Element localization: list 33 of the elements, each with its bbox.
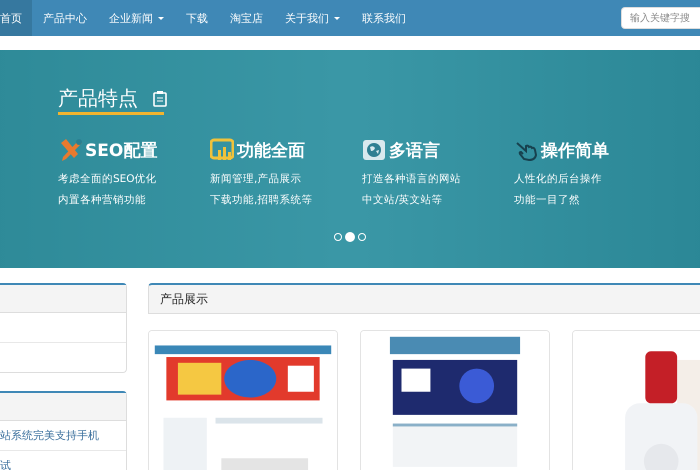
nav-link[interactable]: 关于我们	[274, 0, 351, 36]
banner-title: 产品特点	[58, 86, 138, 110]
globe-icon	[362, 138, 386, 162]
nav-link[interactable]: 联系我们	[351, 0, 417, 36]
tools-icon	[58, 138, 82, 162]
nav-link[interactable]: 企业新闻	[98, 0, 175, 36]
clipboard-icon	[152, 90, 168, 106]
sidebar-link[interactable]: 站系统完美支持手机	[0, 428, 99, 443]
feature-title: 功能全面	[237, 140, 305, 162]
feature-text: 考虑全面的SEO优化	[58, 172, 158, 187]
carousel-dot[interactable]	[334, 233, 342, 241]
search-field[interactable]: 输入关键字搜	[621, 7, 700, 29]
carousel-dot[interactable]	[358, 233, 366, 241]
feature-text: 中文站/英文站等	[362, 193, 444, 208]
sidebar-link[interactable]: 试	[0, 458, 11, 470]
caret-icon	[158, 16, 164, 20]
feature-text: 人性化的后台操作	[514, 172, 603, 187]
section-title: 产品展示	[160, 290, 208, 308]
nav-link[interactable]: 淘宝店	[219, 0, 274, 36]
feature-title: 多语言	[389, 140, 440, 162]
nav-link[interactable]: 下载	[175, 0, 219, 36]
feature-text: 新闻管理,产品展示	[210, 172, 302, 187]
nav-link[interactable]: 产品中心	[32, 0, 98, 36]
feature-title: SEO配置	[85, 140, 158, 162]
feature-text: 打造各种语言的网站	[362, 172, 462, 187]
chart-icon	[210, 138, 234, 162]
feature-text: 内置各种营销功能	[58, 193, 147, 208]
carousel-dot[interactable]	[345, 232, 355, 242]
feature-text: 下载功能,招聘系统等	[210, 193, 314, 208]
feature-text: 功能一目了然	[514, 193, 581, 208]
nav-link[interactable]: 首页	[0, 0, 32, 36]
feature-title: 操作简单	[541, 140, 609, 162]
caret-icon	[334, 16, 340, 20]
